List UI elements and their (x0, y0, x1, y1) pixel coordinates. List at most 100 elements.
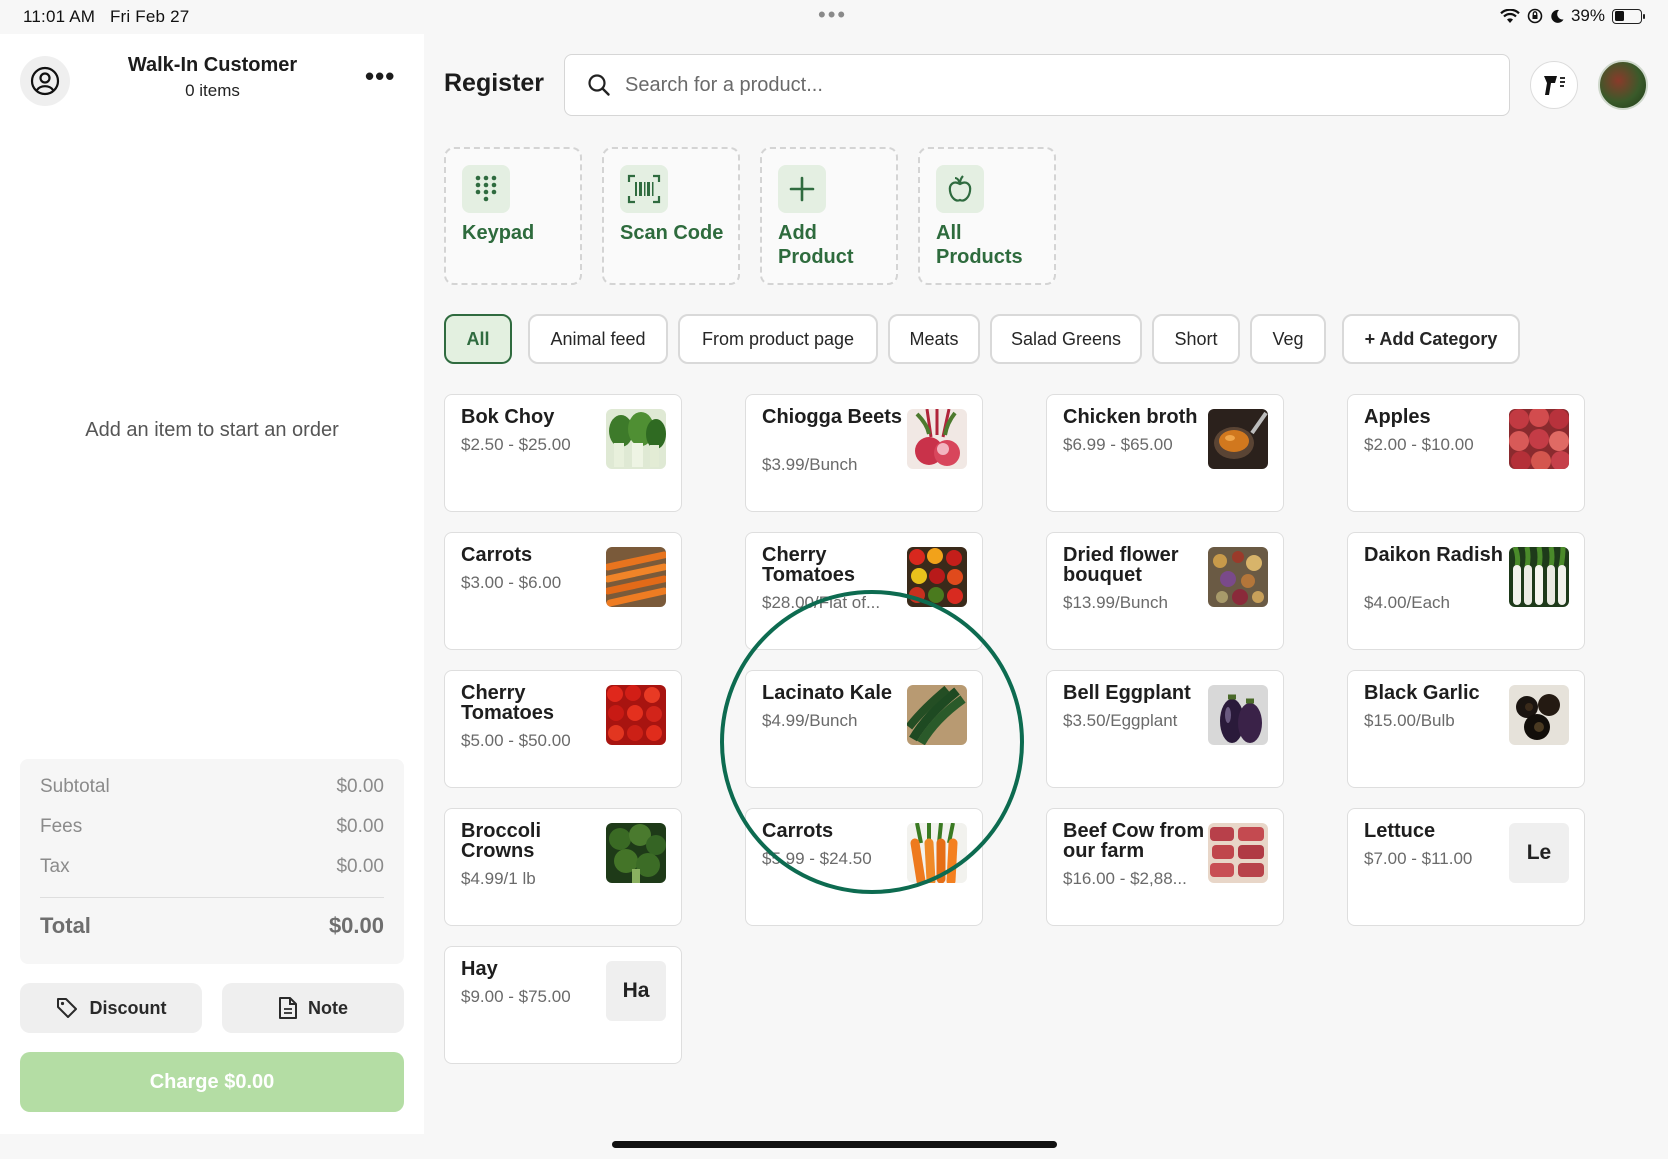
product-price: $5.99 - $24.50 (762, 849, 872, 868)
charge-button[interactable]: Charge $0.00 (20, 1052, 404, 1112)
product-name: Dried flower bouquet (1063, 544, 1179, 586)
search-input[interactable] (625, 73, 1485, 97)
fees-label: Fees (40, 816, 83, 837)
product-card[interactable]: Chicken broth $6.99 - $65.00 (1046, 394, 1284, 512)
product-price: $16.00 - $2,88... (1063, 869, 1187, 888)
product-name: Bell Eggplant (1063, 682, 1191, 704)
all-products-tile[interactable]: All Products (918, 147, 1056, 285)
time-text: 11:01 AM (23, 7, 96, 26)
product-card[interactable]: Hay $9.00 - $75.00 Ha (444, 946, 682, 1064)
product-name: Cherry Tomatoes (461, 682, 554, 724)
product-card[interactable]: Lettuce $7.00 - $11.00 Le (1347, 808, 1585, 926)
empty-cart-message: Add an item to start an order (85, 419, 339, 441)
subtotal-label: Subtotal (40, 776, 110, 797)
cart-panel: Walk-In Customer 0 items ••• Add an item… (0, 34, 424, 1134)
product-image-carrots (606, 547, 666, 607)
search-box[interactable] (564, 54, 1510, 116)
status-icons: 39% (1500, 6, 1645, 26)
customer-avatar-button[interactable] (20, 56, 70, 106)
product-card[interactable]: Daikon Radish $4.00/Each (1347, 532, 1585, 650)
product-image-kale (907, 685, 967, 745)
product-price: $2.00 - $10.00 (1364, 435, 1474, 454)
product-image-eggplant (1208, 685, 1268, 745)
profile-avatar[interactable] (1598, 60, 1648, 110)
total-row: Total $0.00 (40, 906, 384, 946)
all-products-label: All Products (936, 222, 1023, 268)
total-label: Total (40, 913, 91, 938)
battery-percent: 39% (1570, 6, 1605, 25)
product-name: Bok Choy (461, 406, 555, 428)
cart-item-count: 0 items (185, 81, 240, 100)
multitasking-dots-icon[interactable]: ••• (818, 2, 847, 28)
more-options-icon[interactable]: ••• (365, 61, 395, 92)
product-image-black-garlic (1509, 685, 1569, 745)
product-card[interactable]: Apples $2.00 - $10.00 (1347, 394, 1585, 512)
category-chip-all[interactable]: All (444, 314, 512, 364)
product-name: Daikon Radish (1364, 544, 1503, 566)
tax-label: Tax (40, 856, 70, 877)
barcode-icon (620, 165, 668, 213)
category-chip-short[interactable]: Short (1152, 314, 1240, 364)
product-name: Chicken broth (1063, 406, 1198, 428)
battery-icon (1612, 8, 1645, 24)
note-label: Note (308, 997, 348, 1018)
product-card[interactable]: Lacinato Kale $4.99/Bunch (745, 670, 983, 788)
product-price: $2.50 - $25.00 (461, 435, 571, 454)
scan-code-tile[interactable]: Scan Code (602, 147, 740, 285)
product-card[interactable]: Bok Choy $2.50 - $25.00 (444, 394, 682, 512)
discount-button[interactable]: Discount (20, 983, 202, 1033)
product-card[interactable]: Cherry Tomatoes $28.00/Flat of... (745, 532, 983, 650)
product-placeholder-image: Le (1509, 823, 1569, 883)
wifi-icon (1500, 8, 1520, 23)
product-card[interactable]: Black Garlic $15.00/Bulb (1347, 670, 1585, 788)
add-product-tile[interactable]: Add Product (760, 147, 898, 285)
home-indicator[interactable] (612, 1141, 1057, 1148)
page-title: Register (444, 69, 545, 97)
keypad-tile[interactable]: Keypad (444, 147, 582, 285)
product-card[interactable]: Beef Cow from our farm $16.00 - $2,88... (1046, 808, 1284, 926)
product-name: Apples (1364, 406, 1431, 428)
product-price: $13.99/Bunch (1063, 593, 1168, 612)
product-name: Hay (461, 958, 498, 980)
status-bar: 11:01 AM Fri Feb 27 ••• 39% (0, 0, 1668, 34)
product-name: Cherry Tomatoes (762, 544, 855, 586)
product-card[interactable]: Carrots $3.00 - $6.00 (444, 532, 682, 650)
product-price: $4.00/Each (1364, 593, 1451, 612)
discount-label: Discount (89, 997, 167, 1018)
tax-row: Tax $0.00 (40, 847, 384, 887)
product-name: Lacinato Kale (762, 682, 893, 704)
totals-summary: Subtotal $0.00 Fees $0.00 Tax $0.00 Tota… (20, 759, 404, 964)
status-time: 11:01 AM Fri Feb 27 (23, 7, 189, 27)
product-image-beef (1208, 823, 1268, 883)
tax-value: $0.00 (336, 856, 384, 877)
category-chip-salad-greens[interactable]: Salad Greens (990, 314, 1142, 364)
product-name: Chiogga Beets (762, 406, 903, 428)
product-name: Broccoli Crowns (461, 820, 542, 862)
tag-icon (57, 998, 78, 1018)
category-chip-from-product-page[interactable]: From product page (678, 314, 878, 364)
product-price: $15.00/Bulb (1364, 711, 1455, 730)
customer-name[interactable]: Walk-In Customer (90, 54, 335, 77)
product-card[interactable]: Dried flower bouquet $13.99/Bunch (1046, 532, 1284, 650)
product-price: $3.99/Bunch (762, 455, 858, 474)
product-card[interactable]: Broccoli Crowns $4.99/1 lb (444, 808, 682, 926)
fees-row: Fees $0.00 (40, 807, 384, 847)
search-icon (588, 74, 610, 96)
product-card[interactable]: Chiogga Beets $3.99/Bunch (745, 394, 983, 512)
category-chip-veg[interactable]: Veg (1250, 314, 1326, 364)
scan-code-label: Scan Code (620, 222, 724, 244)
product-name: Carrots (461, 544, 533, 566)
note-button[interactable]: Note (222, 983, 404, 1033)
product-card[interactable]: Bell Eggplant $3.50/Eggplant (1046, 670, 1284, 788)
scanner-icon (1544, 76, 1565, 95)
category-chip-meats[interactable]: Meats (888, 314, 980, 364)
add-category-button[interactable]: + Add Category (1342, 314, 1520, 364)
product-price: $9.00 - $75.00 (461, 987, 571, 1006)
product-card[interactable]: Cherry Tomatoes $5.00 - $50.00 (444, 670, 682, 788)
barcode-scanner-button[interactable] (1530, 61, 1578, 109)
keypad-icon (462, 165, 510, 213)
product-image-bok-choy (606, 409, 666, 469)
category-chip-animal-feed[interactable]: Animal feed (528, 314, 668, 364)
product-card[interactable]: Carrots $5.99 - $24.50 (745, 808, 983, 926)
product-image-daikon (1509, 547, 1569, 607)
